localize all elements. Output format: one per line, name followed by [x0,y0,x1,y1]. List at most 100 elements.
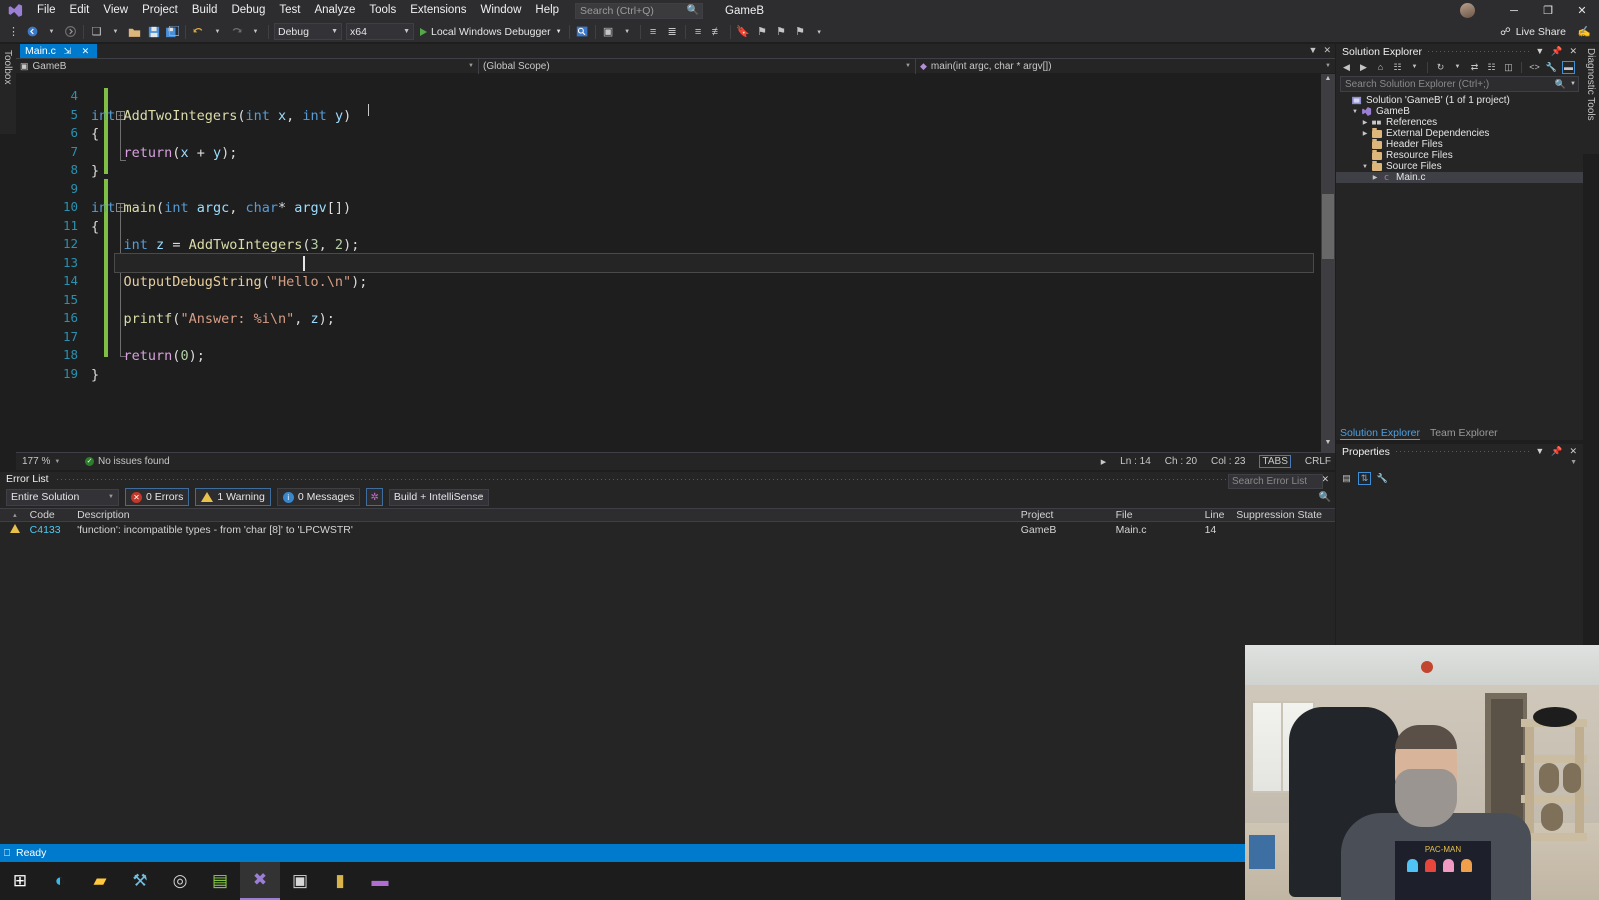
back-icon[interactable]: ◀ [1340,61,1353,74]
menu-tools[interactable]: Tools [362,0,403,21]
menu-view[interactable]: View [96,0,135,21]
code-line[interactable]: return(x + y); [91,144,238,163]
pin-icon[interactable]: ⇲ [61,46,74,57]
solution-tree-item[interactable]: ▶ c Main.c [1336,172,1583,183]
start-button[interactable]: ⊞ [0,862,40,900]
open-file-icon[interactable] [125,22,144,41]
refresh-icon[interactable]: ↻ [1434,61,1447,74]
solution-tree-item[interactable]: ▶ External Dependencies [1336,127,1583,139]
solution-configuration-dropdown[interactable]: Debug ▼ [274,23,342,40]
code-line[interactable]: return(0); [91,347,205,366]
properties-page-icon[interactable]: ◫ [1502,61,1515,74]
menu-extensions[interactable]: Extensions [403,0,473,21]
column-code-header[interactable]: Code [30,509,77,521]
code-line[interactable]: } [91,162,99,181]
live-share-button[interactable]: ☍ Live Share ✍ [1500,25,1591,39]
close-button[interactable]: ✕ [1565,0,1599,21]
expander-icon[interactable]: ▶ [1360,119,1370,126]
filter-dropdown-icon[interactable]: ▼ [1408,61,1421,74]
forward-icon[interactable]: ▶ [1357,61,1370,74]
tab-team-explorer[interactable]: Team Explorer [1430,427,1498,439]
save-icon[interactable] [144,22,163,41]
scope-dropdown[interactable]: (Global Scope) ▼ [479,58,916,74]
code-line[interactable]: { [91,125,99,144]
terminal-icon[interactable]: ▣ [280,862,320,900]
property-pages-icon[interactable]: 🔧 [1376,472,1389,485]
undo-dropdown-icon[interactable]: ▼ [208,22,227,41]
column-file-header[interactable]: File [1116,509,1205,521]
navigate-backward-dropdown-icon[interactable]: ▼ [42,22,61,41]
editor-icon[interactable]: ▤ [200,862,240,900]
minimize-button[interactable]: ─ [1497,0,1531,21]
expander-icon[interactable]: ▼ [1360,164,1370,170]
redo-dropdown-icon[interactable]: ▼ [246,22,265,41]
messages-filter-button[interactable]: i 0 Messages [276,488,361,506]
solution-tree-item[interactable]: ▼ Source Files [1336,160,1583,172]
start-debugging-button[interactable]: Local Windows Debugger ▼ [416,22,566,41]
menu-project[interactable]: Project [135,0,185,21]
media-icon[interactable]: ▬ [360,862,400,900]
panel-menu-icon[interactable]: ▼ [1535,446,1544,457]
new-project-icon[interactable]: ❑ [87,22,106,41]
clear-bookmarks-icon[interactable]: ⚑ [791,22,810,41]
navigate-backward-icon[interactable] [23,22,42,41]
pin-icon[interactable]: 📌 [1551,46,1562,57]
issues-indicator[interactable]: ✓ No issues found [85,456,170,467]
menu-file[interactable]: File [30,0,63,21]
new-project-dropdown-icon[interactable]: ▼ [106,22,125,41]
attach-process-icon[interactable] [573,22,592,41]
obs-icon[interactable]: ◎ [160,862,200,900]
editor-vertical-scrollbar[interactable]: ▲ ▼ [1321,74,1335,452]
code-line[interactable]: } [91,366,99,385]
scroll-down-icon[interactable]: ▼ [1322,439,1334,451]
uncomment-icon[interactable]: ≢ [708,22,727,41]
error-scope-dropdown[interactable]: Entire Solution ▼ [6,488,119,506]
tab-solution-explorer[interactable]: Solution Explorer [1340,427,1420,440]
step-into-dropdown-icon[interactable]: ▼ [618,22,637,41]
tools-icon[interactable]: ⚒ [120,862,160,900]
menu-debug[interactable]: Debug [224,0,272,21]
close-icon[interactable]: ✕ [1569,46,1577,57]
member-dropdown[interactable]: ◆ main(int argc, char * argv[]) ▼ [916,59,1335,74]
code-line[interactable]: int main(int argc, char* argv[]) [91,199,351,218]
diagnostic-tools-tab[interactable]: Diagnostic Tools [1583,44,1599,154]
account-avatar[interactable] [1460,3,1475,18]
properties-wrench-icon[interactable]: 🔧 [1545,61,1558,74]
scrollbar-thumb[interactable] [1322,194,1334,259]
preview-selected-items-icon[interactable]: ▬ [1562,60,1575,74]
menu-build[interactable]: Build [185,0,225,21]
search-icon[interactable]: 🔍 [1319,492,1331,503]
code-line[interactable]: int AddTwoIntegers(int x, int y) [91,107,351,126]
column-icon-header[interactable]: ▴ [0,511,30,519]
alphabetical-view-icon[interactable]: ⇅ [1358,472,1371,485]
indent-icon[interactable]: ≡ [644,22,663,41]
code-line-current[interactable]: OutputDebugString("Hello.\n"); [91,273,368,292]
collapse-all-icon[interactable]: ⇄ [1468,61,1481,74]
intellisense-toggle-button[interactable]: ✲ [366,488,383,506]
view-code-icon[interactable]: <> [1528,61,1541,74]
previous-bookmark-icon[interactable]: ⚑ [753,22,772,41]
restore-button[interactable]: ❐ [1531,0,1565,21]
save-all-icon[interactable] [163,22,182,41]
solution-tree-item[interactable]: Resource Files [1336,149,1583,161]
panel-menu-icon[interactable]: ▼ [1535,46,1544,57]
scroll-up-icon[interactable]: ▲ [1322,75,1334,87]
warnings-filter-button[interactable]: 1 Warning [195,488,271,506]
outdent-icon[interactable]: ≣ [663,22,682,41]
menu-analyze[interactable]: Analyze [307,0,362,21]
menu-test[interactable]: Test [272,0,307,21]
solution-explorer-search-input[interactable]: Search Solution Explorer (Ctrl+;) 🔍 ▼ [1340,76,1579,92]
document-tab-main-c[interactable]: Main.c ⇲ ✕ [20,44,97,58]
properties-object-dropdown[interactable]: ▼ [1336,459,1583,471]
solution-tree-item[interactable]: ▼ GameB [1336,106,1583,117]
menu-edit[interactable]: Edit [63,0,97,21]
edge-icon[interactable]: ◐ [40,862,80,900]
solution-tree-item[interactable]: Solution 'GameB' (1 of 1 project) [1336,95,1583,106]
split-view-icon[interactable]: ▶ [1101,458,1106,466]
close-icon[interactable]: ✕ [1569,446,1577,457]
app-icon[interactable]: ▮ [320,862,360,900]
tabs-indicator[interactable]: TABS [1259,455,1291,468]
code-line[interactable]: { [91,218,99,237]
expander-icon[interactable]: ▶ [1370,174,1380,181]
error-list-row[interactable]: C4133 'function': incompatible types - fr… [0,522,1335,537]
